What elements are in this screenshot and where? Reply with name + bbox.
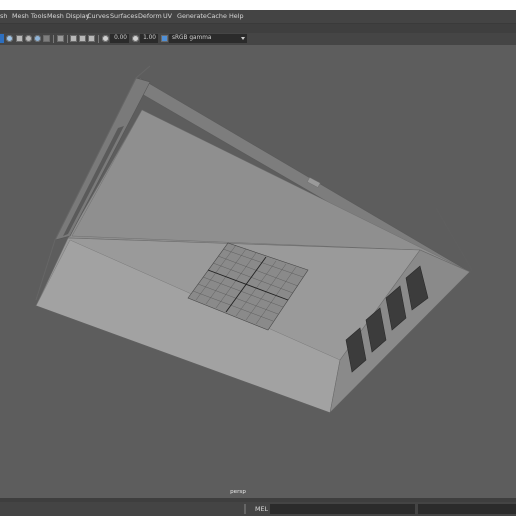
menu-bar: sh Mesh Tools Mesh Display Curves Surfac… xyxy=(0,10,516,24)
xray-icon[interactable] xyxy=(88,35,95,42)
command-input[interactable] xyxy=(270,504,415,514)
menu-cache[interactable]: Cache xyxy=(207,11,227,22)
script-language-label[interactable]: MEL xyxy=(255,505,268,514)
toolbar-separator xyxy=(67,35,68,43)
gamma-icon[interactable] xyxy=(132,35,139,42)
command-line-handle[interactable] xyxy=(244,504,246,514)
menu-help[interactable]: Help xyxy=(229,11,244,22)
menu-uv[interactable]: UV xyxy=(163,11,172,22)
command-line-bar: MEL xyxy=(0,502,516,516)
shaded-icon[interactable] xyxy=(25,35,32,42)
toolbar-separator xyxy=(53,35,54,43)
menu-deform[interactable]: Deform xyxy=(138,11,162,22)
menu-curves[interactable]: Curves xyxy=(87,11,109,22)
menu-mesh-display[interactable]: Mesh Display xyxy=(47,11,89,22)
scene-render xyxy=(35,65,473,414)
exposure-icon[interactable] xyxy=(102,35,109,42)
command-result-field xyxy=(418,504,516,514)
toolbar-separator xyxy=(98,35,99,43)
camera-icon[interactable] xyxy=(57,35,64,42)
isolate-icon[interactable] xyxy=(79,35,86,42)
color-space-label: sRGB gamma xyxy=(172,35,212,41)
wireframe-icon[interactable] xyxy=(16,35,23,42)
menu-surfaces[interactable]: Surfaces xyxy=(110,11,138,22)
grid-icon[interactable] xyxy=(70,35,77,42)
window-top-strip xyxy=(0,0,516,10)
shelf-area xyxy=(0,24,516,33)
lights-icon[interactable] xyxy=(43,35,50,42)
camera-name-label: persp xyxy=(230,489,246,495)
panel-tab-marker xyxy=(0,34,4,43)
menu-mesh[interactable]: sh xyxy=(0,11,7,22)
menu-mesh-tools[interactable]: Mesh Tools xyxy=(12,11,47,22)
textured-icon[interactable] xyxy=(34,35,41,42)
maya-window: sh Mesh Tools Mesh Display Curves Surfac… xyxy=(0,0,516,516)
gamma-field[interactable]: 1.00 xyxy=(140,34,158,43)
color-management-icon[interactable] xyxy=(161,35,168,42)
select-object-icon[interactable] xyxy=(6,35,13,42)
exposure-field[interactable]: 0.00 xyxy=(110,34,129,43)
menu-generate[interactable]: Generate xyxy=(177,11,207,22)
color-space-dropdown[interactable]: sRGB gamma xyxy=(169,34,247,43)
chevron-down-icon xyxy=(241,37,245,40)
perspective-viewport[interactable] xyxy=(0,45,516,498)
